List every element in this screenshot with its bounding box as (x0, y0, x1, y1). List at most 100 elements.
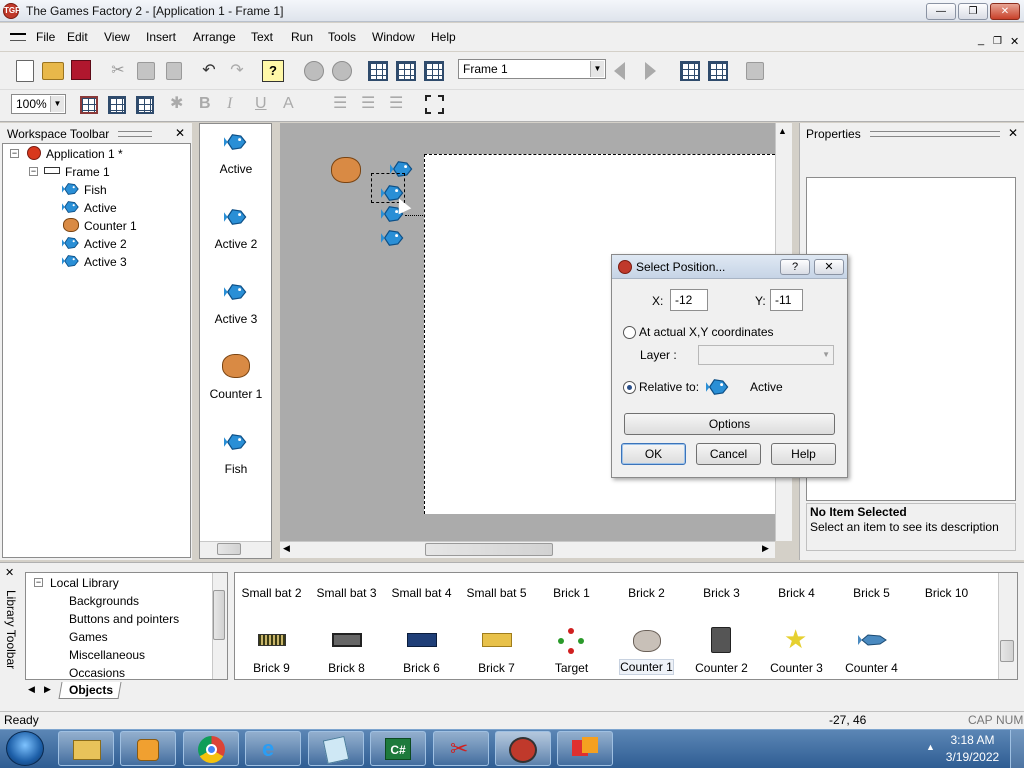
back-icon[interactable] (304, 61, 324, 81)
library-close-icon[interactable]: ✕ (5, 566, 14, 579)
grip-icon[interactable] (870, 131, 1000, 137)
save-icon[interactable] (71, 60, 91, 80)
pig-icon[interactable] (222, 354, 250, 378)
library-tree-item[interactable]: Backgrounds (69, 594, 139, 608)
fish-icon[interactable] (224, 130, 248, 154)
run-frame-icon[interactable] (680, 61, 700, 81)
text-color-icon[interactable]: A (283, 93, 294, 115)
prev-frame-icon[interactable] (614, 62, 625, 80)
library-item[interactable]: Brick 1 (534, 586, 609, 600)
italic-icon[interactable]: I (227, 93, 232, 115)
library-tree-item[interactable]: Occasions (69, 666, 125, 680)
library-item[interactable]: Counter 4 (834, 661, 909, 675)
align-center-icon[interactable]: ☰ (361, 93, 375, 115)
counter-icon[interactable] (711, 627, 731, 653)
snap-grid-icon[interactable] (108, 96, 126, 114)
radio-relative-to[interactable] (623, 381, 636, 394)
frame-select[interactable]: Frame 1 ▼ (458, 59, 606, 79)
taskbar-notepad[interactable] (308, 731, 364, 766)
align-left-icon[interactable]: ☰ (333, 93, 347, 115)
bold-icon[interactable]: B (199, 93, 211, 115)
library-item[interactable]: Brick 3 (684, 586, 759, 600)
close-button[interactable]: ✕ (990, 3, 1020, 20)
library-tree-item[interactable]: Buttons and pointers (69, 612, 179, 626)
cancel-button[interactable]: Cancel (696, 443, 761, 465)
minimize-button[interactable]: — (926, 3, 956, 20)
tree-item-active2[interactable]: Active 2 (84, 237, 127, 251)
tree-item-active3[interactable]: Active 3 (84, 255, 127, 269)
mdi-restore-icon[interactable]: ❐ (993, 36, 1002, 47)
frame-editor-icon[interactable] (396, 61, 416, 81)
context-help-icon[interactable]: ? (262, 60, 284, 82)
library-items-vscroll[interactable] (998, 573, 1017, 679)
library-item[interactable]: Brick 10 (909, 586, 984, 600)
workspace-close-icon[interactable]: ✕ (175, 126, 185, 140)
options-button[interactable]: Options (624, 413, 835, 435)
show-hidden-icons[interactable]: ▲ (926, 742, 935, 752)
frame-size-icon[interactable] (425, 95, 444, 114)
scroll-thumb[interactable] (213, 590, 225, 640)
ok-button[interactable]: OK (621, 443, 686, 465)
menu-edit[interactable]: Edit (67, 30, 88, 44)
help-button[interactable]: Help (771, 443, 836, 465)
fish-icon[interactable] (224, 430, 248, 454)
menu-run[interactable]: Run (291, 30, 313, 44)
library-item[interactable]: Target (534, 661, 609, 675)
fish-icon[interactable] (381, 226, 405, 250)
grip-icon[interactable] (118, 131, 152, 137)
scroll-left-icon[interactable]: ◀ (283, 543, 290, 554)
mdi-close-icon[interactable]: ✕ (1010, 35, 1019, 48)
tree-frame[interactable]: Frame 1 (65, 165, 110, 179)
scroll-up-icon[interactable]: ▲ (778, 126, 787, 136)
y-field[interactable]: -11 (770, 289, 803, 311)
menu-help[interactable]: Help (431, 30, 456, 44)
expand-icon[interactable]: − (34, 578, 43, 587)
library-item[interactable]: Small bat 5 (459, 586, 534, 600)
fish-icon[interactable] (224, 205, 248, 229)
taskbar-csharp[interactable]: C# (370, 731, 426, 766)
menu-view[interactable]: View (104, 30, 130, 44)
object-list-item[interactable]: Counter 1 (200, 387, 272, 401)
taskbar-app[interactable] (557, 731, 613, 766)
new-icon[interactable] (16, 60, 34, 82)
library-item[interactable]: Brick 7 (459, 661, 534, 675)
mdi-system-icon[interactable] (10, 33, 26, 41)
tree-item-active[interactable]: Active (84, 201, 117, 215)
expand-icon[interactable]: − (10, 149, 19, 158)
storyboard-editor-icon[interactable] (368, 61, 388, 81)
menu-tools[interactable]: Tools (328, 30, 356, 44)
library-item[interactable]: Counter 2 (684, 661, 759, 675)
scroll-thumb[interactable] (217, 543, 241, 555)
forward-icon[interactable] (332, 61, 352, 81)
radio-actual-coordinates[interactable] (623, 326, 636, 339)
library-item[interactable]: Small bat 4 (384, 586, 459, 600)
library-item[interactable]: Brick 4 (759, 586, 834, 600)
start-button[interactable] (6, 731, 44, 766)
library-item[interactable]: Small bat 3 (309, 586, 384, 600)
star-icon[interactable]: ★ (784, 624, 807, 654)
tree-item-counter1[interactable]: Counter 1 (84, 219, 137, 233)
brick-icon[interactable] (332, 633, 362, 647)
library-tree-root[interactable]: Local Library (50, 576, 119, 590)
show-grid-icon[interactable] (80, 96, 98, 114)
fish-icon[interactable] (858, 630, 888, 650)
mdi-minimize-icon[interactable]: _ (978, 34, 984, 46)
underline-icon[interactable]: U (255, 93, 267, 115)
library-item[interactable]: Brick 6 (384, 661, 459, 675)
x-field[interactable]: -12 (670, 289, 708, 311)
stop-icon[interactable] (746, 62, 764, 80)
taskbar-chrome[interactable] (183, 731, 239, 766)
scroll-left-icon[interactable]: ◀ (28, 684, 35, 695)
open-icon[interactable] (42, 62, 64, 80)
library-tree-item[interactable]: Games (69, 630, 108, 644)
menu-arrange[interactable]: Arrange (193, 30, 236, 44)
event-editor-icon[interactable] (424, 61, 444, 81)
pig-icon[interactable] (331, 157, 361, 183)
redo-icon[interactable]: ↷ (226, 60, 248, 82)
menu-insert[interactable]: Insert (146, 30, 176, 44)
taskbar-explorer[interactable] (58, 731, 114, 766)
menu-file[interactable]: File (36, 30, 55, 44)
copy-icon[interactable] (137, 62, 155, 80)
maximize-button[interactable]: ❐ (958, 3, 988, 20)
library-tree-item[interactable]: Miscellaneous (69, 648, 145, 662)
